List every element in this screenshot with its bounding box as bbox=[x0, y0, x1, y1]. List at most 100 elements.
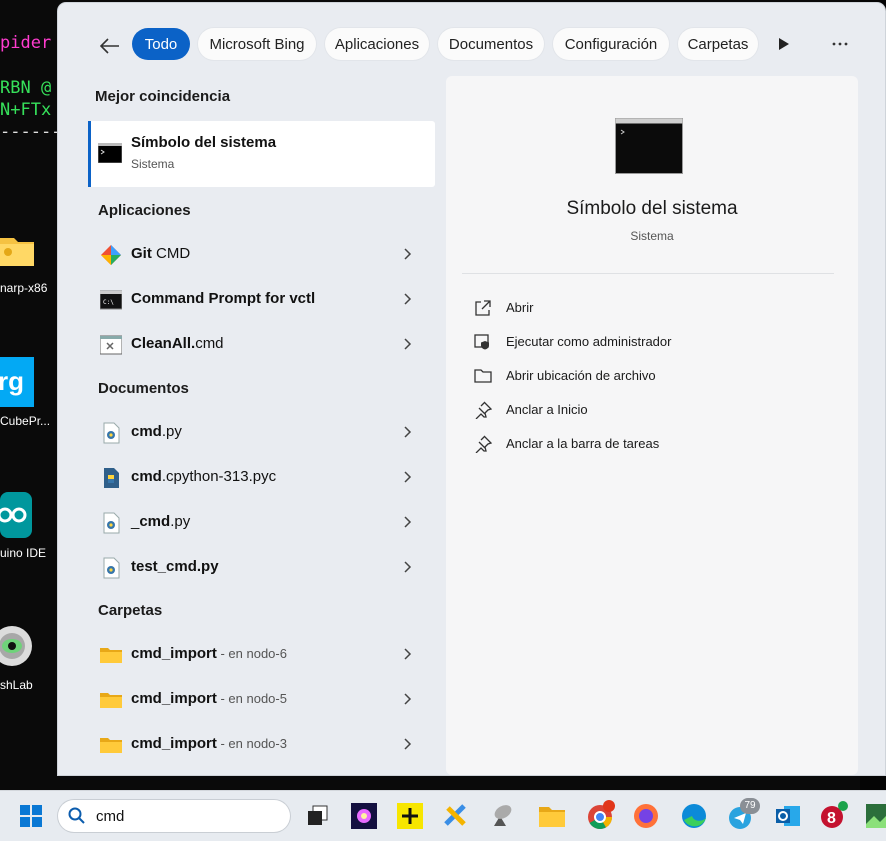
task-view-button[interactable] bbox=[302, 800, 334, 832]
start-button[interactable] bbox=[15, 800, 47, 832]
tab-aplicaciones[interactable]: Aplicaciones bbox=[325, 28, 429, 60]
item-label: _cmd.py bbox=[131, 513, 191, 530]
python-file-icon bbox=[103, 422, 120, 444]
taskbar-app-satellite-icon[interactable] bbox=[486, 800, 518, 832]
action-pin-to-taskbar[interactable]: Anclar a la barra de tareas bbox=[474, 431, 814, 457]
list-item-folder[interactable]: cmd_import - en nodo-6 bbox=[88, 634, 435, 674]
firefox-icon[interactable] bbox=[630, 800, 662, 832]
stm32cube-icon[interactable]: rg bbox=[0, 357, 56, 407]
chevron-right-icon bbox=[404, 516, 412, 528]
open-external-icon bbox=[475, 300, 491, 316]
arrow-left-icon bbox=[100, 38, 119, 54]
list-item-command-prompt-vctl[interactable]: C:\ Command Prompt for vctl bbox=[88, 279, 435, 319]
telegram-icon[interactable]: 79 bbox=[726, 798, 760, 832]
tab-configuracion[interactable]: Configuración bbox=[553, 28, 669, 60]
taskbar-app-space-icon[interactable] bbox=[348, 800, 380, 832]
list-item-test-cmd-py[interactable]: test_cmd.py bbox=[88, 547, 435, 587]
notification-badge: 79 bbox=[740, 798, 760, 814]
batch-file-icon bbox=[100, 335, 122, 355]
svg-text:C:\: C:\ bbox=[103, 299, 114, 306]
cmd-icon bbox=[98, 143, 122, 163]
outlook-icon[interactable] bbox=[772, 800, 804, 832]
app-tile-text: rg bbox=[0, 366, 24, 396]
chevron-right-icon bbox=[404, 738, 412, 750]
tab-documentos[interactable]: Documentos bbox=[438, 28, 544, 60]
action-label: Abrir bbox=[506, 300, 534, 315]
back-button[interactable] bbox=[94, 28, 126, 64]
git-icon bbox=[101, 245, 121, 265]
chevron-right-icon bbox=[404, 648, 412, 660]
python-file-icon bbox=[103, 557, 120, 579]
taskbar-app-image-icon[interactable] bbox=[864, 800, 886, 832]
windows-logo-icon bbox=[20, 805, 42, 827]
search-icon bbox=[68, 807, 85, 824]
best-match-item[interactable]: Símbolo del sistema Sistema bbox=[88, 121, 435, 187]
documents-heading: Documentos bbox=[98, 380, 189, 397]
taskbar-app-yellow-icon[interactable] bbox=[394, 800, 426, 832]
desktop-label: shLab bbox=[0, 678, 33, 692]
list-item-underscore-cmd-py[interactable]: _cmd.py bbox=[88, 502, 435, 542]
chevron-right-icon bbox=[404, 293, 412, 305]
preview-pane: Símbolo del sistema Sistema Abrir Ejecut… bbox=[446, 76, 858, 775]
item-label: Command Prompt for vctl bbox=[131, 290, 316, 307]
more-icon bbox=[832, 42, 848, 46]
chevron-right-icon bbox=[404, 248, 412, 260]
action-open[interactable]: Abrir bbox=[474, 295, 814, 321]
tab-microsoft-bing[interactable]: Microsoft Bing bbox=[198, 28, 316, 60]
terminal-text: RBN @ bbox=[0, 78, 52, 98]
desktop-label: CubePr... bbox=[0, 414, 51, 428]
item-label: CleanAll.cmd bbox=[131, 335, 224, 352]
folder-icon bbox=[100, 738, 122, 753]
desktop-label: narp-x86 bbox=[0, 281, 48, 295]
preview-subtitle: Sistema bbox=[630, 229, 674, 243]
terminal-text: pider bbox=[0, 33, 52, 53]
list-item-folder[interactable]: cmd_import - en nodo-3 bbox=[88, 724, 435, 764]
action-pin-to-start[interactable]: Anclar a Inicio bbox=[474, 397, 814, 423]
folder-icon bbox=[100, 693, 122, 708]
cmd-large-icon bbox=[615, 118, 683, 174]
action-run-as-admin[interactable]: Ejecutar como administrador bbox=[474, 329, 814, 355]
pin-icon bbox=[475, 435, 492, 453]
folder-icon[interactable] bbox=[0, 232, 56, 272]
best-match-heading: Mejor coincidencia bbox=[95, 88, 231, 105]
taskbar-app-tool-icon[interactable] bbox=[440, 800, 472, 832]
python-compiled-icon bbox=[104, 468, 119, 488]
best-match-title: Símbolo del sistema bbox=[131, 134, 277, 151]
folder-open-icon bbox=[474, 369, 492, 383]
list-item-cmd-py[interactable]: cmd.py bbox=[88, 412, 435, 452]
chrome-icon[interactable] bbox=[584, 800, 616, 832]
selection-indicator bbox=[88, 121, 91, 187]
item-label: test_cmd.py bbox=[131, 558, 219, 575]
taskbar: 79 8 bbox=[0, 790, 886, 841]
apps-heading: Aplicaciones bbox=[98, 202, 191, 219]
action-label: Anclar a la barra de tareas bbox=[506, 436, 660, 451]
action-open-file-location[interactable]: Abrir ubicación de archivo bbox=[474, 363, 814, 389]
item-label: cmd.cpython-313.pyc bbox=[131, 468, 277, 485]
meshlab-icon[interactable] bbox=[0, 622, 56, 670]
file-explorer-icon[interactable] bbox=[536, 800, 568, 832]
action-label: Anclar a Inicio bbox=[506, 402, 588, 417]
item-label: Git CMD bbox=[131, 245, 191, 262]
arduino-icon[interactable] bbox=[0, 492, 56, 538]
opera-gx-icon[interactable]: 8 bbox=[818, 800, 850, 832]
scroll-right-button[interactable] bbox=[776, 28, 792, 60]
list-item-cmd-pyc[interactable]: cmd.cpython-313.pyc bbox=[88, 457, 435, 497]
item-label: cmd.py bbox=[131, 423, 182, 440]
tab-todo[interactable]: Todo bbox=[132, 28, 190, 60]
item-label: cmd_import - en nodo-6 bbox=[131, 645, 287, 662]
tab-carpetas[interactable]: Carpetas bbox=[678, 28, 758, 60]
chevron-right-icon bbox=[404, 693, 412, 705]
python-file-icon bbox=[103, 512, 120, 534]
more-options-button[interactable] bbox=[828, 28, 852, 60]
list-item-cleanall[interactable]: CleanAll.cmd bbox=[88, 324, 435, 364]
folders-heading: Carpetas bbox=[98, 602, 163, 619]
chevron-right-icon bbox=[404, 561, 412, 573]
play-icon bbox=[779, 38, 789, 50]
taskbar-search[interactable] bbox=[58, 800, 290, 832]
divider bbox=[462, 273, 834, 274]
list-item-git-cmd[interactable]: Git CMD bbox=[88, 234, 435, 274]
list-item-folder[interactable]: cmd_import - en nodo-5 bbox=[88, 679, 435, 719]
edge-icon[interactable] bbox=[678, 800, 710, 832]
terminal-text: N+FTx bbox=[0, 100, 52, 120]
search-input[interactable] bbox=[96, 806, 276, 826]
